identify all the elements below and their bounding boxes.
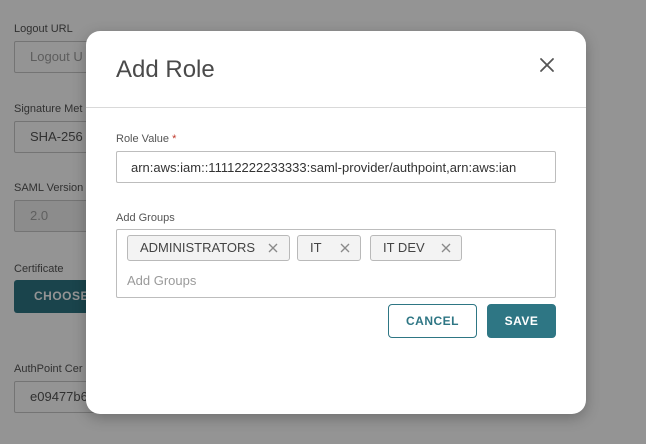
add-groups-input[interactable]: Add Groups xyxy=(127,273,196,288)
remove-chip-button[interactable] xyxy=(266,236,280,260)
remove-chip-button[interactable] xyxy=(338,236,352,260)
add-groups-field[interactable]: ADMINISTRATORS IT IT DEV Add Groups xyxy=(116,229,556,298)
role-value-input[interactable] xyxy=(116,151,556,183)
close-icon xyxy=(340,243,350,253)
add-groups-label: Add Groups xyxy=(116,212,175,224)
group-chip-label: IT DEV xyxy=(383,240,425,255)
close-icon xyxy=(441,243,451,253)
dialog-title: Add Role xyxy=(116,56,215,83)
role-value-label: Role Value * xyxy=(116,133,176,145)
save-button[interactable]: SAVE xyxy=(487,304,556,338)
cancel-button[interactable]: CANCEL xyxy=(388,304,477,338)
required-marker: * xyxy=(172,133,177,145)
group-chip-label: IT xyxy=(310,240,322,255)
header-divider xyxy=(86,107,586,108)
group-chip-it: IT xyxy=(297,235,361,261)
close-icon xyxy=(540,58,554,72)
close-button[interactable] xyxy=(537,55,557,75)
remove-chip-button[interactable] xyxy=(439,236,453,260)
group-chip-administrators: ADMINISTRATORS xyxy=(127,235,290,261)
group-chip-label: ADMINISTRATORS xyxy=(140,240,256,255)
role-value-label-text: Role Value xyxy=(116,133,169,145)
close-icon xyxy=(268,243,278,253)
group-chip-it-dev: IT DEV xyxy=(370,235,462,261)
add-role-dialog: Add Role Role Value * Add Groups ADMINIS… xyxy=(86,31,586,414)
